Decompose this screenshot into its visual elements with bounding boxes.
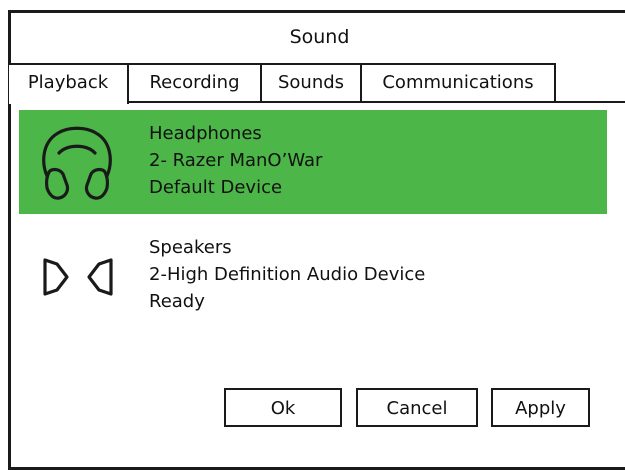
- device-item-speakers[interactable]: Speakers 2-High Definition Audio Device …: [19, 224, 607, 328]
- tab-playback[interactable]: Playback: [9, 63, 129, 104]
- tab-recording[interactable]: Recording: [127, 63, 262, 101]
- device-item-headphones[interactable]: Headphones 2- Razer ManO’War Default Dev…: [19, 110, 607, 214]
- tab-sounds[interactable]: Sounds: [260, 63, 362, 101]
- device-info: Speakers 2-High Definition Audio Device …: [149, 234, 425, 315]
- device-description: 2- Razer ManO’War: [149, 150, 323, 171]
- device-name: Headphones: [149, 123, 262, 144]
- headphones-icon: [37, 122, 117, 202]
- cancel-button[interactable]: Cancel: [356, 388, 478, 427]
- window-title: Sound: [289, 26, 350, 48]
- device-name: Speakers: [149, 237, 232, 258]
- device-status: Ready: [149, 291, 205, 312]
- speakers-icon: [37, 236, 117, 316]
- ok-button[interactable]: Ok: [224, 388, 342, 427]
- device-status: Default Device: [149, 177, 283, 198]
- tab-communications[interactable]: Communications: [360, 63, 556, 101]
- device-description: 2-High Definition Audio Device: [149, 264, 426, 285]
- device-info: Headphones 2- Razer ManO’War Default Dev…: [149, 120, 322, 201]
- apply-button[interactable]: Apply: [491, 388, 590, 427]
